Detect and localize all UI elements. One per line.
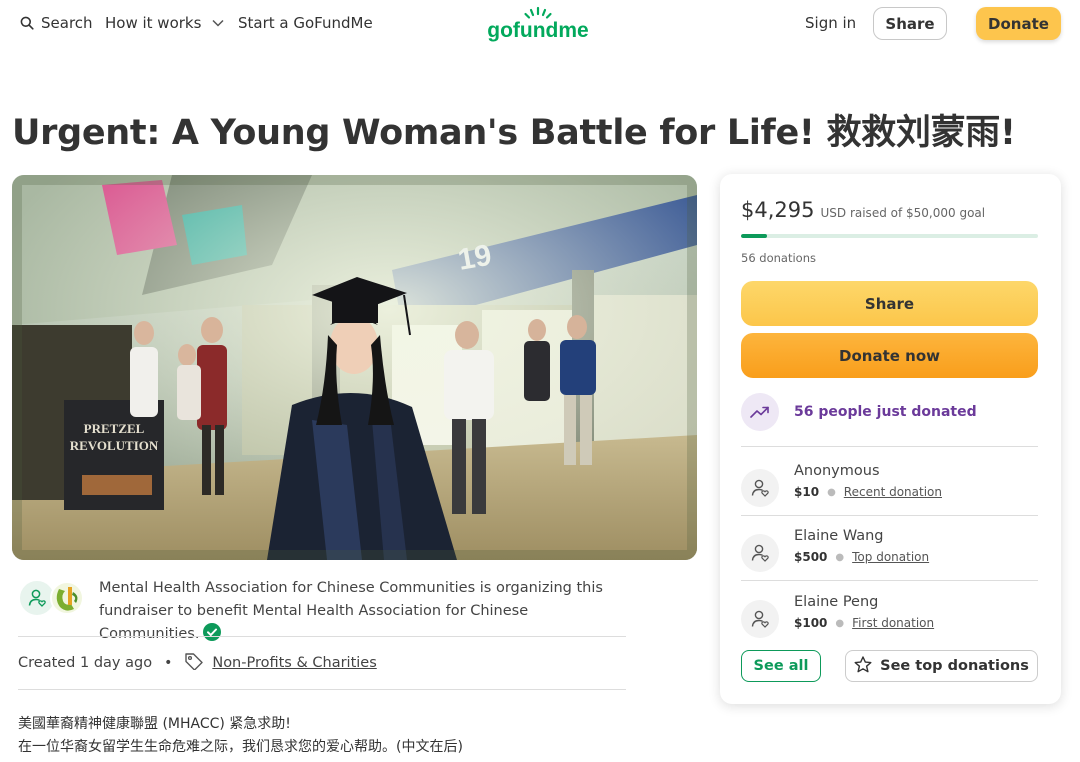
start-gofundme-label: Start a GoFundMe — [238, 14, 373, 32]
user-heart-icon — [751, 479, 769, 497]
organizer-avatars — [18, 579, 84, 617]
header-donate-button[interactable]: Donate — [976, 7, 1061, 40]
progress-fill — [741, 234, 767, 238]
sign-in-label: Sign in — [805, 14, 857, 32]
donate-now-button[interactable]: Donate now — [741, 333, 1038, 378]
divider — [18, 689, 626, 690]
donor-tag[interactable]: Top donation — [852, 550, 929, 564]
campaign-description: 美國華裔精神健康聯盟 (MHACC) 紧急求助! 在一位华裔女留学生生命危难之际… — [18, 713, 463, 759]
description-line: 在一位华裔女留学生生命危难之际，我们恳求您的爱心帮助。(中文在后) — [18, 739, 463, 755]
card-divider — [741, 515, 1038, 516]
page-title: Urgent: A Young Woman's Battle for Life!… — [12, 113, 1016, 153]
separator-dot: • — [164, 655, 173, 671]
donor-amount: $500 — [794, 550, 828, 564]
trending-up-icon — [741, 393, 779, 431]
separator-dot: ● — [827, 486, 836, 498]
raised-goal-text: USD raised of $50,000 goal — [820, 206, 986, 220]
donor-name: Elaine Peng — [794, 594, 879, 610]
how-it-works-menu[interactable]: How it works — [105, 14, 224, 32]
see-top-donations-label: See top donations — [880, 658, 1029, 674]
donor-detail: $100 ● First donation — [794, 616, 934, 630]
description-line: 美國華裔精神健康聯盟 (MHACC) 紧急求助! — [18, 716, 291, 732]
chevron-down-icon — [212, 19, 224, 27]
organizer-text: Mental Health Association for Chinese Co… — [99, 580, 603, 642]
mhacc-logo[interactable] — [50, 579, 84, 617]
tag-icon — [184, 652, 204, 674]
created-label: Created 1 day ago — [18, 655, 153, 671]
donor-item: Elaine Wang $500 ● Top donation — [741, 528, 1038, 580]
donor-name: Elaine Wang — [794, 528, 884, 544]
header-share-button[interactable]: Share — [873, 7, 947, 40]
start-gofundme-link[interactable]: Start a GoFundMe — [238, 14, 373, 32]
sign-in-link[interactable]: Sign in — [805, 14, 856, 32]
separator-dot: ● — [835, 617, 845, 629]
share-button[interactable]: Share — [741, 281, 1038, 326]
donor-tag[interactable]: First donation — [852, 616, 934, 630]
top-nav: Search How it works Start a GoFundMe gof… — [0, 0, 1080, 48]
trending-banner: 56 people just donated — [741, 393, 977, 431]
card-divider — [741, 446, 1038, 447]
user-heart-icon — [751, 610, 769, 628]
how-it-works-label: How it works — [105, 14, 202, 32]
user-heart-icon — [751, 544, 769, 562]
raised-amount: $4,295 — [741, 198, 815, 222]
search-label: Search — [41, 14, 93, 32]
donation-card: $4,295 USD raised of $50,000 goal 56 don… — [720, 174, 1061, 704]
donor-detail: $10 ● Recent donation — [794, 485, 942, 499]
organizer-info: Mental Health Association for Chinese Co… — [99, 577, 619, 649]
donor-detail: $500 ● Top donation — [794, 550, 929, 564]
category-link[interactable]: Non-Profits & Charities — [212, 655, 376, 671]
see-all-button[interactable]: See all — [741, 650, 821, 682]
donor-avatar — [741, 469, 779, 507]
divider — [18, 636, 626, 637]
donor-tag[interactable]: Recent donation — [844, 485, 942, 499]
see-top-donations-button[interactable]: See top donations — [845, 650, 1038, 682]
campaign-hero-image[interactable]: 19 PRETZEL REVOLUTION — [12, 175, 697, 560]
search-button[interactable]: Search — [20, 14, 93, 32]
hero-sign-line2: REVOLUTION — [70, 438, 159, 453]
hero-sign-line1: PRETZEL — [84, 421, 145, 436]
donor-item: Elaine Peng $100 ● First donation — [741, 594, 1038, 646]
star-icon — [854, 655, 872, 677]
donor-name: Anonymous — [794, 463, 880, 479]
donations-count: 56 donations — [741, 251, 816, 265]
search-icon — [20, 16, 34, 30]
donor-avatar — [741, 534, 779, 572]
donor-amount: $100 — [794, 616, 828, 630]
donor-avatar — [741, 600, 779, 638]
gofundme-logo[interactable]: gofundme — [486, 6, 590, 44]
progress-bar — [741, 234, 1038, 238]
donor-amount: $10 — [794, 485, 820, 499]
separator-dot: ● — [835, 551, 845, 563]
campaign-meta: Created 1 day ago • Non-Profits & Charit… — [18, 652, 377, 674]
card-divider — [741, 580, 1038, 581]
trending-text: 56 people just donated — [794, 404, 977, 420]
donor-item: Anonymous $10 ● Recent donation — [741, 463, 1038, 515]
raised-summary: $4,295 USD raised of $50,000 goal — [741, 198, 985, 222]
user-heart-icon — [28, 589, 46, 607]
logo-text: gofundme — [487, 19, 588, 42]
